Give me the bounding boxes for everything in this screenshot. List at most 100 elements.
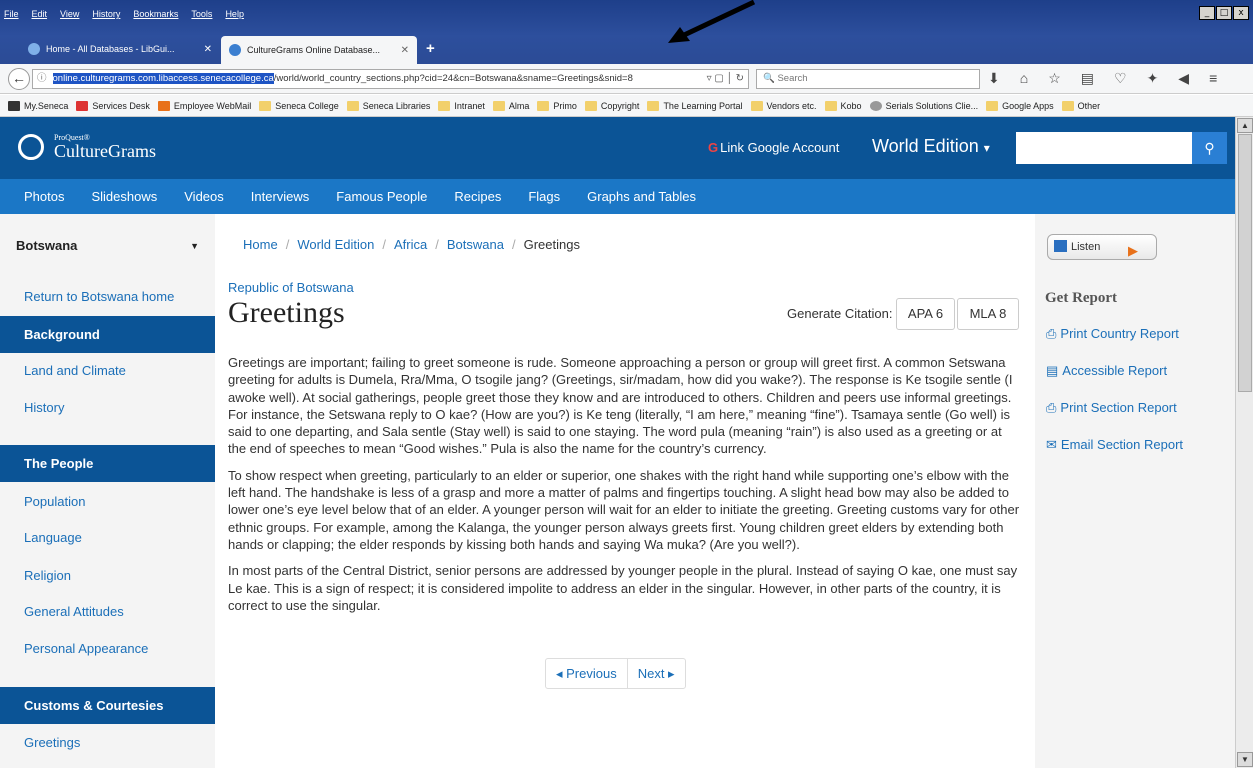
url-bar[interactable]: ⓘ online.culturegrams.com.libaccess.senec… — [32, 69, 749, 89]
sidebar-item-language[interactable]: Language — [0, 530, 215, 545]
nav-photos[interactable]: Photos — [24, 189, 64, 204]
printer-icon: ⎙ — [1046, 400, 1057, 415]
play-icon[interactable]: ▶ — [1128, 239, 1138, 263]
nav-recipes[interactable]: Recipes — [454, 189, 501, 204]
minimize-button[interactable]: _ — [1199, 6, 1215, 20]
bookmark-item[interactable]: Google Apps — [986, 100, 1054, 111]
site-logo[interactable]: ProQuest® CultureGrams — [54, 133, 156, 160]
tab-libguides[interactable]: Home - All Databases - LibGui... ✕ — [20, 36, 220, 62]
nav-graphs-tables[interactable]: Graphs and Tables — [587, 189, 696, 204]
folder-icon — [1061, 100, 1074, 111]
sidebar-item-population[interactable]: Population — [0, 494, 215, 509]
reader-icon[interactable]: ▿ ▢ │ ↻ — [707, 70, 744, 88]
page-scrollbar[interactable]: ▲ ▼ — [1235, 117, 1253, 768]
home-icon[interactable]: ⌂ — [1020, 70, 1028, 87]
sidebar-return-home[interactable]: Return to Botswana home — [0, 289, 215, 304]
sidebar-head-background[interactable]: Background — [0, 316, 215, 353]
nav-famous-people[interactable]: Famous People — [336, 189, 427, 204]
send-icon[interactable]: ◀ — [1178, 70, 1189, 87]
link-google-account[interactable]: G Link Google Account — [708, 140, 839, 155]
bookmark-item[interactable]: Services Desk — [76, 100, 150, 111]
annotation-arrow-icon — [668, 0, 756, 43]
menu-tools[interactable]: Tools — [191, 9, 212, 25]
country-select[interactable]: Botswana ▼ — [0, 232, 215, 260]
pocket-icon[interactable]: ♡ — [1114, 70, 1127, 87]
download-icon[interactable]: ⬇ — [988, 70, 1000, 87]
back-button[interactable]: ← — [8, 68, 30, 90]
bookmark-label: Google Apps — [1002, 100, 1054, 111]
bookmark-item[interactable]: Primo — [537, 100, 577, 111]
scroll-down-arrow-icon[interactable]: ▼ — [1237, 752, 1253, 767]
folder-icon — [824, 100, 837, 111]
hamburger-menu-icon[interactable]: ≡ — [1209, 70, 1217, 87]
bookmark-item[interactable]: Copyright — [584, 100, 639, 111]
culturegrams-logo-icon[interactable] — [18, 134, 44, 160]
sidebar-item-general-attitudes[interactable]: General Attitudes — [0, 604, 215, 619]
scrollbar-thumb[interactable] — [1238, 134, 1252, 392]
print-section-report-link[interactable]: ⎙ Print Section Report — [1046, 400, 1177, 416]
maximize-button[interactable]: □ — [1216, 6, 1232, 20]
menu-view[interactable]: View — [60, 9, 79, 25]
bookmark-item[interactable]: My.Seneca — [8, 100, 68, 111]
extension-icon[interactable]: ✦ — [1147, 70, 1159, 87]
citation-label: Generate Citation: — [787, 306, 893, 321]
menu-file[interactable]: File — [4, 9, 19, 25]
bookmark-item[interactable]: Serials Solutions Clie... — [869, 100, 978, 111]
nav-flags[interactable]: Flags — [528, 189, 560, 204]
report-label: Print Section Report — [1060, 400, 1177, 415]
sidebar-item-personal-appearance[interactable]: Personal Appearance — [0, 641, 215, 656]
library-icon[interactable]: ▤ — [1081, 70, 1094, 87]
scroll-up-arrow-icon[interactable]: ▲ — [1237, 118, 1253, 133]
crumb-botswana[interactable]: Botswana — [447, 237, 504, 252]
bookmark-item[interactable]: Alma — [492, 100, 530, 111]
close-tab-icon[interactable]: ✕ — [401, 45, 409, 56]
crumb-home[interactable]: Home — [243, 237, 278, 252]
bookmark-item[interactable]: Seneca College — [259, 100, 339, 111]
crumb-africa[interactable]: Africa — [394, 237, 427, 252]
tab-culturegrams[interactable]: CultureGrams Online Database... ✕ — [221, 36, 417, 64]
accessible-report-link[interactable]: ▤ Accessible Report — [1046, 363, 1167, 379]
close-tab-icon[interactable]: ✕ — [204, 44, 212, 55]
bookmark-item[interactable]: The Learning Portal — [647, 100, 743, 111]
previous-button[interactable]: ◂ Previous — [546, 659, 628, 688]
menu-history[interactable]: History — [92, 9, 120, 25]
crumb-edition[interactable]: World Edition — [297, 237, 374, 252]
bookmark-item[interactable]: Other — [1061, 100, 1100, 111]
info-icon[interactable]: ⓘ — [37, 73, 47, 84]
sidebar-item-religion[interactable]: Religion — [0, 568, 215, 583]
menu-bookmarks[interactable]: Bookmarks — [133, 9, 178, 25]
search-button[interactable]: ⚲ — [1192, 132, 1227, 164]
nav-videos[interactable]: Videos — [184, 189, 224, 204]
cloud-icon — [28, 43, 40, 55]
browser-search-input[interactable]: 🔍 Search — [756, 69, 980, 89]
next-button[interactable]: Next ▸ — [628, 659, 685, 688]
close-window-button[interactable]: x — [1233, 6, 1249, 20]
sidebar-item-greetings[interactable]: Greetings — [0, 735, 215, 750]
sidebar-head-people[interactable]: The People — [0, 445, 215, 482]
bookmark-item[interactable]: Seneca Libraries — [346, 100, 430, 111]
site-search-input[interactable] — [1016, 132, 1192, 164]
nav-slideshows[interactable]: Slideshows — [91, 189, 157, 204]
sidebar-head-customs[interactable]: Customs & Courtesies — [0, 687, 215, 724]
star-icon[interactable]: ☆ — [1048, 70, 1061, 87]
nav-interviews[interactable]: Interviews — [251, 189, 310, 204]
bookmark-item[interactable]: Intranet — [438, 100, 485, 111]
menu-edit[interactable]: Edit — [32, 9, 48, 25]
bookmark-item[interactable]: Vendors etc. — [750, 100, 817, 111]
bookmark-item[interactable]: Kobo — [824, 100, 862, 111]
bookmark-item[interactable]: Employee WebMail — [157, 100, 251, 111]
mla-citation-button[interactable]: MLA 8 — [957, 298, 1019, 330]
country-official-name[interactable]: Republic of Botswana — [228, 280, 354, 295]
sidebar-item-land-climate[interactable]: Land and Climate — [0, 363, 215, 378]
apa-citation-button[interactable]: APA 6 — [896, 298, 955, 330]
email-section-report-link[interactable]: ✉ Email Section Report — [1046, 437, 1183, 453]
sidebar-item-history[interactable]: History — [0, 400, 215, 415]
folder-icon — [750, 100, 763, 111]
new-tab-icon[interactable]: + — [426, 40, 435, 57]
print-country-report-link[interactable]: ⎙ Print Country Report — [1046, 326, 1179, 342]
menu-help[interactable]: Help — [225, 9, 244, 25]
get-report-heading: Get Report — [1045, 290, 1118, 306]
bookmark-label: Alma — [508, 100, 530, 111]
edition-dropdown[interactable]: World Edition ▾ — [872, 136, 990, 157]
listen-button[interactable]: Listen ▶ — [1047, 234, 1157, 260]
